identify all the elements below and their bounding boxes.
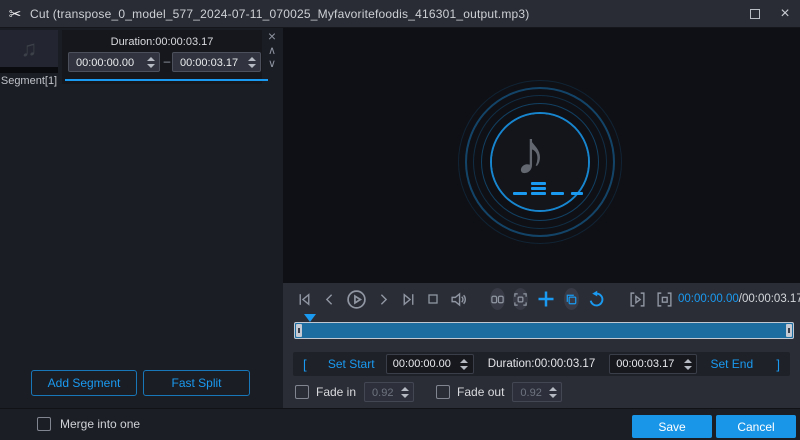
segment-start-spinner[interactable] — [144, 53, 157, 71]
trim-start-field — [385, 354, 474, 374]
cancel-button[interactable]: Cancel — [716, 415, 796, 438]
scissors-icon: ✂ — [8, 5, 22, 23]
time-readout: 00:00:00.00/00:00:03.17 — [678, 293, 800, 305]
spin-up-icon[interactable] — [247, 56, 256, 61]
trim-start-input[interactable] — [386, 355, 457, 373]
trim-handle-right[interactable] — [786, 324, 792, 337]
spin-up-icon[interactable] — [460, 358, 469, 363]
fade-in-label: Fade in — [316, 385, 357, 399]
spin-up-icon[interactable] — [548, 386, 557, 391]
segment-panel: ♫ Segment[1] Duration:00:00:03.17 – × ∧ … — [0, 28, 283, 408]
spin-down-icon[interactable] — [683, 365, 692, 370]
stop-button[interactable] — [425, 291, 441, 307]
spin-down-icon[interactable] — [247, 63, 256, 68]
fade-bar: Fade in Fade out — [295, 380, 800, 404]
trim-end-field — [609, 354, 698, 374]
merge-into-one-checkbox[interactable] — [37, 417, 51, 431]
segment-progress-line — [65, 79, 268, 81]
add-segment-button[interactable]: Add Segment — [31, 370, 137, 396]
spin-down-icon[interactable] — [400, 393, 409, 398]
trim-handle-left[interactable] — [296, 324, 302, 337]
save-button[interactable]: Save — [632, 415, 712, 438]
segment-end-input[interactable] — [173, 54, 244, 72]
fast-split-button[interactable]: Fast Split — [143, 370, 250, 396]
spin-up-icon[interactable] — [400, 386, 409, 391]
footer-bar: Merge into one Save Cancel — [0, 408, 800, 440]
set-end-button[interactable]: Set End — [697, 357, 766, 371]
step-forward-button[interactable] — [375, 291, 392, 308]
spin-down-icon[interactable] — [146, 63, 155, 68]
spin-down-icon[interactable] — [460, 365, 469, 370]
skip-to-start-button[interactable] — [296, 291, 313, 308]
segment-duration: Duration:00:00:03.17 — [110, 36, 214, 48]
reset-button[interactable] — [587, 290, 606, 309]
stop-segment-button[interactable] — [655, 291, 674, 308]
segment-label: Segment[1] — [0, 75, 58, 87]
fade-out-checkbox[interactable] — [436, 385, 451, 399]
segment-move-down-button[interactable]: ∨ — [264, 58, 280, 71]
close-button[interactable]: × — [770, 0, 800, 28]
maximize-icon — [750, 8, 760, 19]
maximize-button[interactable] — [740, 0, 770, 28]
bracket-open: [ — [303, 356, 307, 372]
total-time: /00:00:03.17 — [738, 293, 800, 305]
spin-up-icon[interactable] — [146, 56, 155, 61]
fade-out-label: Fade out — [457, 385, 505, 399]
spin-down-icon[interactable] — [548, 393, 557, 398]
equalizer-icon — [513, 178, 585, 196]
fade-out-input[interactable] — [513, 384, 546, 402]
segment-start-input[interactable] — [69, 54, 143, 72]
trim-bar: [ Set Start Duration:00:00:03.17 Set End… — [293, 352, 790, 376]
music-note-icon: ♫ — [20, 35, 38, 61]
fade-in-field — [364, 382, 415, 402]
trim-end-spinner[interactable] — [681, 355, 694, 373]
bracket-close: ] — [776, 356, 781, 372]
segment-thumbnail[interactable]: ♫ — [0, 30, 58, 73]
step-back-button[interactable] — [321, 291, 338, 308]
split-segment-button[interactable] — [490, 288, 505, 310]
fade-out-spinner[interactable] — [546, 383, 559, 401]
trim-start-spinner[interactable] — [458, 355, 471, 373]
play-segment-button[interactable] — [628, 291, 647, 308]
segment-end-field — [172, 52, 261, 72]
copy-segment-button[interactable] — [564, 288, 579, 310]
close-icon: × — [780, 4, 790, 22]
transport-bar: 00:00:00.00/00:00:03.17 — [283, 283, 800, 315]
fade-out-field — [512, 382, 563, 402]
music-note-icon: ♪ — [515, 119, 546, 188]
segment-card: Duration:00:00:03.17 – — [62, 30, 262, 84]
segment-end-spinner[interactable] — [245, 53, 258, 71]
merge-into-one-label: Merge into one — [60, 417, 141, 431]
preview-area: ♪ — [283, 28, 800, 283]
segment-start-field — [68, 52, 160, 72]
segment-move-up-button[interactable]: ∧ — [264, 45, 280, 58]
segment-delete-button[interactable]: × — [264, 29, 280, 43]
volume-button[interactable] — [449, 291, 468, 308]
playhead-marker[interactable] — [304, 314, 316, 322]
fade-in-input[interactable] — [365, 384, 398, 402]
trim-duration-label: Duration:00:00:03.17 — [487, 358, 596, 370]
timeline-track[interactable] — [294, 314, 794, 339]
controls-panel: 00:00:00.00/00:00:03.17 [ Set Start Dura… — [283, 283, 800, 408]
play-button[interactable] — [346, 289, 367, 310]
frame-select-button[interactable] — [513, 288, 528, 310]
titlebar: ✂ Cut (transpose_0_model_577_2024-07-11_… — [0, 0, 800, 28]
fade-in-checkbox[interactable] — [295, 385, 309, 399]
skip-to-end-button[interactable] — [400, 291, 417, 308]
fade-in-spinner[interactable] — [398, 383, 411, 401]
window-title: Cut (transpose_0_model_577_2024-07-11_07… — [30, 6, 530, 21]
trim-end-input[interactable] — [610, 355, 681, 373]
add-segment-icon-button[interactable] — [536, 289, 556, 309]
set-start-button[interactable]: Set Start — [317, 357, 386, 371]
spin-up-icon[interactable] — [683, 358, 692, 363]
cut-dialog: ✂ Cut (transpose_0_model_577_2024-07-11_… — [0, 0, 800, 440]
current-time: 00:00:00.00 — [678, 293, 739, 305]
